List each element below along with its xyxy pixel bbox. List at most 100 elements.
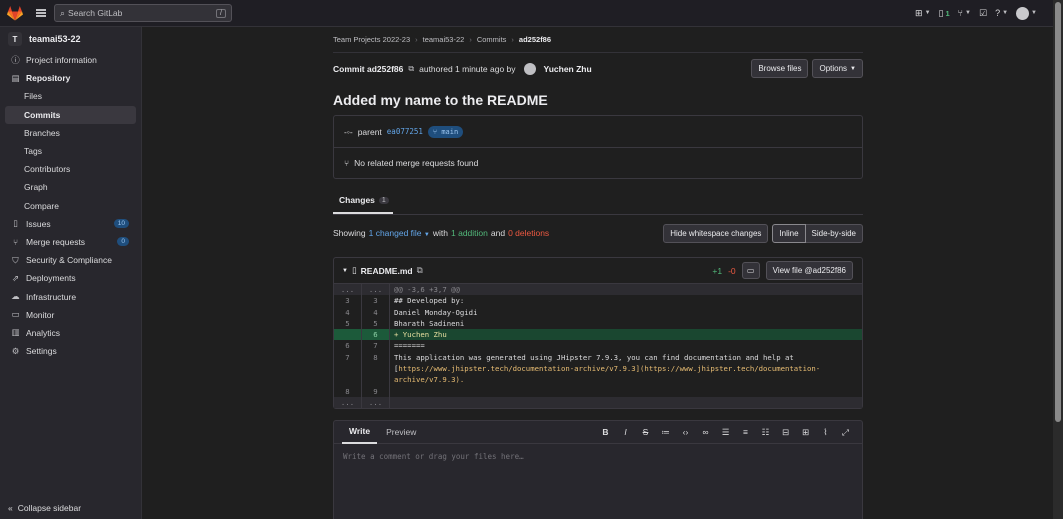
new-line-number[interactable]: 4 (362, 306, 390, 318)
sidebar-item-compare[interactable]: Compare (0, 197, 141, 215)
chevron-down-icon: ▼ (965, 10, 971, 16)
hamburger-menu-icon[interactable] (30, 0, 52, 27)
issues-button[interactable]: ▯ 1 (939, 8, 950, 19)
new-line-number[interactable]: 9 (362, 385, 390, 397)
comment-textarea[interactable]: Write a comment or drag your files here… (334, 444, 862, 469)
sidebar-item-tags[interactable]: Tags (0, 142, 141, 160)
changes-summary-bar: Showing 1 changed file ▼ with 1 addition… (333, 215, 863, 251)
new-line-number[interactable]: 6 (362, 329, 390, 341)
list-ordered-icon[interactable]: ≔ (661, 427, 670, 438)
diff-line: 7 8 This application was generated using J… (334, 351, 862, 364)
sidebar-item-label: Monitor (26, 309, 55, 320)
old-line-number[interactable] (334, 329, 362, 341)
old-line-number[interactable]: 7 (334, 351, 362, 364)
page-title: Added my name to the README (333, 91, 548, 108)
gitlab-logo-icon[interactable] (0, 0, 30, 27)
todo-button[interactable]: ☑ (979, 8, 987, 19)
search-input[interactable]: ⌕ Search GitLab / (54, 4, 232, 22)
chevron-down-icon[interactable]: ▼ (342, 268, 348, 274)
merge-requests-button[interactable]: ⑂ ▼ (958, 8, 971, 18)
tab-changes[interactable]: Changes 1 (333, 195, 393, 214)
breadcrumb-separator-icon: › (415, 35, 418, 44)
bold-icon[interactable]: B (601, 427, 610, 438)
tab-write[interactable]: Write (342, 421, 378, 444)
attach-icon[interactable]: ⌇ (821, 427, 830, 438)
new-line-number[interactable]: 3 (362, 295, 390, 307)
inline-view-button[interactable]: Inline (772, 223, 806, 243)
sidebar-item-branches[interactable]: Branches (0, 124, 141, 142)
comment-icon[interactable]: ▭ (741, 262, 760, 279)
old-line-number[interactable]: 3 (334, 295, 362, 307)
parent-sha-link[interactable]: ea077251 (387, 127, 423, 136)
changed-files-dropdown[interactable]: 1 changed file ▼ (369, 228, 430, 238)
side-by-side-view-button[interactable]: Side-by-side (805, 223, 863, 243)
old-line-number[interactable]: ... (334, 284, 362, 296)
browse-files-button[interactable]: Browse files (751, 59, 809, 78)
view-file-button[interactable]: View file @ad252f86 (765, 261, 853, 280)
author-name[interactable]: Yuchen Zhu (544, 64, 592, 74)
new-line-number[interactable] (362, 363, 390, 386)
gear-icon: ⚙ (11, 345, 20, 356)
task-list-icon[interactable]: ☷ (761, 427, 770, 438)
project-header[interactable]: T teamai53-22 (0, 27, 141, 51)
code-icon[interactable]: ‹› (681, 427, 690, 438)
options-button[interactable]: Options ▼ (812, 59, 863, 78)
sidebar-item-monitor[interactable]: ▭ Monitor (0, 306, 141, 324)
strikethrough-icon[interactable]: S (641, 427, 650, 438)
hide-whitespace-button[interactable]: Hide whitespace changes (663, 223, 769, 243)
sidebar-item-label: Infrastructure (26, 291, 77, 302)
new-line-number[interactable]: 8 (362, 351, 390, 364)
branch-badge[interactable]: ⑂ main (427, 125, 464, 138)
table-icon[interactable]: ⊞ (801, 427, 810, 438)
old-line-number[interactable]: 4 (334, 306, 362, 318)
new-line-number[interactable]: 5 (362, 317, 390, 330)
breadcrumb-item[interactable]: Commits (477, 35, 507, 44)
link-icon[interactable]: ∞ (701, 427, 710, 438)
diff-line-text: Daniel Monday-Ogidi (394, 307, 478, 317)
sidebar-item-merge-requests[interactable]: ⑂ Merge requests 0 (0, 233, 141, 251)
sidebar-item-deployments[interactable]: ⇗ Deployments (0, 269, 141, 287)
copy-icon[interactable]: ⧉ (417, 265, 423, 276)
sidebar-item-contributors[interactable]: Contributors (0, 160, 141, 178)
chart-icon: ▥ (11, 327, 20, 338)
old-line-number[interactable]: 5 (334, 317, 362, 330)
sidebar-item-graph[interactable]: Graph (0, 178, 141, 196)
deletions-text: 0 deletions (508, 228, 550, 238)
new-item-button[interactable]: ⊞ ▼ (915, 8, 931, 19)
scrollbar[interactable] (1053, 0, 1063, 519)
sidebar-item-issues[interactable]: ▯ Issues 10 (0, 215, 141, 233)
copy-icon[interactable]: ⧉ (408, 64, 414, 74)
tab-preview[interactable]: Preview (379, 421, 423, 444)
expand-lines-button[interactable]: ... (334, 396, 362, 409)
fullscreen-icon[interactable]: ⤢ (841, 427, 850, 438)
new-line-number[interactable]: ... (362, 284, 390, 296)
sidebar-item-analytics[interactable]: ▥ Analytics (0, 324, 141, 342)
old-line-number[interactable] (334, 363, 362, 386)
italic-icon[interactable]: I (621, 427, 630, 438)
old-line-number[interactable]: 8 (334, 385, 362, 397)
breadcrumb-item[interactable]: Team Projects 2022-23 (333, 35, 410, 44)
user-menu[interactable]: ▼ (1016, 6, 1037, 20)
help-button[interactable]: ? ▼ (995, 8, 1008, 18)
bullet-list-icon[interactable]: ☰ (721, 427, 730, 438)
collapse-sidebar-button[interactable]: « Collapse sidebar (8, 503, 81, 513)
collapsible-icon[interactable]: ⊟ (781, 427, 790, 438)
comment-editor: Write Preview B I S ≔ ‹› ∞ ☰ ≡ ☷ ⊟ ⊞ ⌇ ⤢… (333, 420, 863, 519)
sidebar-item-infrastructure[interactable]: ☁ Infrastructure (0, 287, 141, 305)
sidebar-item-project-information[interactable]: ⓘ Project information (0, 51, 141, 69)
numbered-list-icon[interactable]: ≡ (741, 427, 750, 438)
new-line-number[interactable]: 7 (362, 340, 390, 352)
file-name[interactable]: README.md (361, 266, 413, 276)
sidebar-item-security[interactable]: ⛉ Security & Compliance (0, 251, 141, 269)
breadcrumb-item[interactable]: teamai53-22 (423, 35, 465, 44)
sidebar-item-repository[interactable]: ▤ Repository (0, 69, 141, 87)
sidebar-item-files[interactable]: Files (0, 87, 141, 105)
breadcrumb-current[interactable]: ad252f86 (519, 35, 551, 44)
avatar[interactable] (523, 62, 536, 75)
sidebar-item-settings[interactable]: ⚙ Settings (0, 342, 141, 360)
options-label: Options (819, 64, 848, 73)
expand-lines-button[interactable]: ... (362, 396, 390, 409)
scrollbar-thumb[interactable] (1055, 2, 1061, 422)
sidebar-item-commits[interactable]: Commits (5, 105, 136, 124)
old-line-number[interactable]: 6 (334, 340, 362, 352)
